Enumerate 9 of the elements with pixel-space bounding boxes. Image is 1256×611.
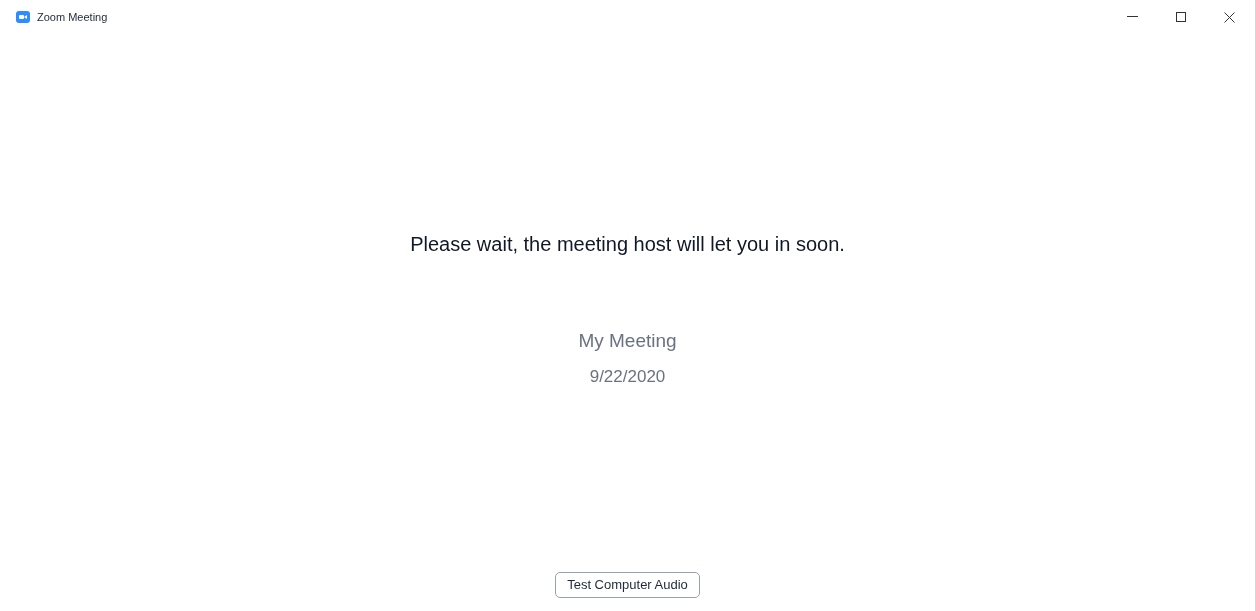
window-title: Zoom Meeting (37, 9, 108, 25)
meeting-topic: My Meeting (578, 329, 677, 353)
meeting-date: 9/22/2020 (589, 365, 666, 388)
maximize-icon[interactable] (1176, 12, 1186, 22)
waiting-message: Please wait, the meeting host will let you in soon. (410, 232, 845, 257)
test-audio-button[interactable]: Test Computer Audio (555, 572, 700, 598)
app-logo-icon (16, 11, 30, 23)
close-icon[interactable] (1224, 11, 1235, 23)
minimize-icon[interactable] (1127, 16, 1138, 18)
